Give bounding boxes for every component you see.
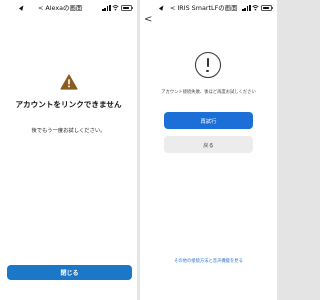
battery-level bbox=[122, 6, 129, 9]
wifi-icon bbox=[252, 5, 259, 11]
close-button[interactable]: 閉じる bbox=[7, 265, 132, 280]
wifi-icon bbox=[112, 5, 119, 11]
location-icon bbox=[18, 4, 26, 11]
error-message: アカウント接続失敗、後ほど再度お試しください bbox=[161, 90, 256, 95]
battery-level bbox=[262, 6, 269, 9]
location-icon bbox=[158, 4, 166, 11]
back-to-app-link[interactable]: < IRIS SmartLFの画面 bbox=[170, 3, 237, 12]
back-to-app-link[interactable]: < Alexaの画面 bbox=[38, 3, 82, 12]
status-bar: < Alexaの画面 bbox=[0, 4, 137, 14]
retry-button[interactable]: 再試行 bbox=[164, 112, 253, 129]
status-bar: < IRIS SmartLFの画面 bbox=[140, 4, 277, 14]
info-icon bbox=[195, 52, 221, 78]
battery-icon bbox=[261, 5, 273, 11]
error-subtitle: 後でもう一度お試しください。 bbox=[31, 128, 106, 134]
back-button[interactable]: 戻る bbox=[164, 136, 253, 153]
error-title: アカウントをリンクできません bbox=[15, 100, 122, 109]
chevron-left-icon[interactable]: < bbox=[144, 15, 152, 25]
warning-icon bbox=[60, 74, 78, 90]
cellular-signal-icon bbox=[242, 5, 251, 11]
other-methods-link[interactable]: その他の接続方法と音声機能を見る bbox=[140, 258, 277, 264]
cellular-signal-icon bbox=[102, 5, 111, 11]
battery-icon bbox=[121, 5, 133, 11]
iris-smartlf-screen: < IRIS SmartLFの画面 < アカウント接続失敗、後ほど再度お試しくだ… bbox=[140, 0, 277, 300]
alexa-screen: < Alexaの画面 アカウントをリンクできません 後でもう一度お試しください。… bbox=[0, 0, 137, 300]
